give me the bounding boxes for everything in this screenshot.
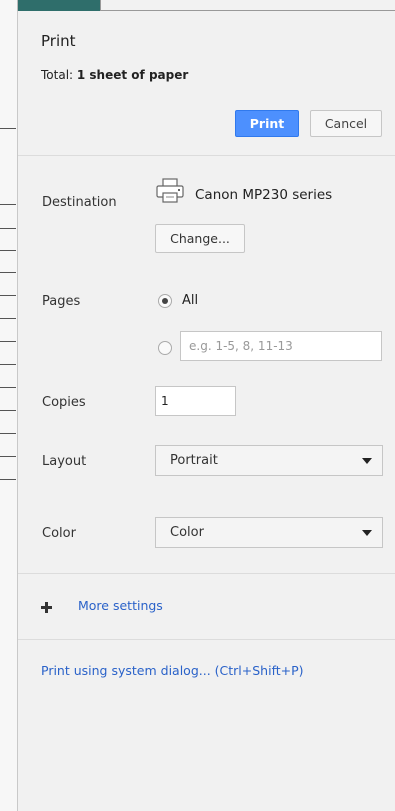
- pages-range-input[interactable]: e.g. 1-5, 8, 11-13: [180, 331, 382, 361]
- summary-value: 1 sheet of paper: [76, 68, 189, 82]
- copies-label: Copies: [42, 395, 86, 410]
- pages-custom-radio[interactable]: [158, 341, 172, 355]
- pages-all-label: All: [182, 293, 199, 308]
- chevron-down-icon: [362, 458, 372, 464]
- doc-line: [0, 272, 16, 273]
- doc-line: [0, 479, 16, 480]
- printer-name: Canon MP230 series: [195, 187, 333, 203]
- doc-line: [0, 456, 16, 457]
- summary-prefix: Total:: [41, 68, 77, 82]
- color-select-value: Color: [170, 525, 204, 540]
- chevron-down-icon: [362, 530, 372, 536]
- cancel-button[interactable]: Cancel: [310, 110, 382, 137]
- layout-select-value: Portrait: [170, 453, 218, 468]
- section-divider: [18, 639, 395, 640]
- print-dialog: Print Total: 1 sheet of paper Print Canc…: [17, 11, 395, 811]
- more-settings-link[interactable]: More settings: [78, 598, 163, 613]
- background-window-edge: [100, 0, 395, 11]
- system-dialog-link[interactable]: Print using system dialog... (Ctrl+Shift…: [41, 663, 304, 678]
- pages-label: Pages: [42, 294, 81, 309]
- doc-line: [0, 295, 16, 296]
- color-label: Color: [42, 526, 76, 541]
- destination-label: Destination: [42, 195, 117, 210]
- background-document: [0, 0, 18, 811]
- layout-label: Layout: [42, 454, 87, 469]
- color-select[interactable]: Color: [155, 517, 383, 548]
- doc-line: [0, 128, 16, 129]
- print-button[interactable]: Print: [235, 110, 299, 137]
- doc-line: [0, 410, 16, 411]
- doc-line: [0, 433, 16, 434]
- sheet-summary: Total: 1 sheet of paper: [41, 68, 188, 82]
- plus-icon[interactable]: [41, 602, 52, 613]
- doc-line: [0, 250, 16, 251]
- printer-icon: [156, 178, 184, 203]
- change-destination-button[interactable]: Change...: [155, 224, 245, 253]
- doc-line: [0, 364, 16, 365]
- layout-select[interactable]: Portrait: [155, 445, 383, 476]
- copies-input[interactable]: 1: [155, 386, 236, 416]
- doc-line: [0, 318, 16, 319]
- doc-line: [0, 341, 16, 342]
- doc-line: [0, 228, 16, 229]
- dialog-title: Print: [41, 32, 76, 50]
- doc-line: [0, 387, 16, 388]
- print-header: Print Total: 1 sheet of paper Print Canc…: [18, 11, 395, 156]
- section-divider: [18, 573, 395, 574]
- pages-all-radio[interactable]: [158, 294, 172, 308]
- doc-line: [0, 204, 16, 205]
